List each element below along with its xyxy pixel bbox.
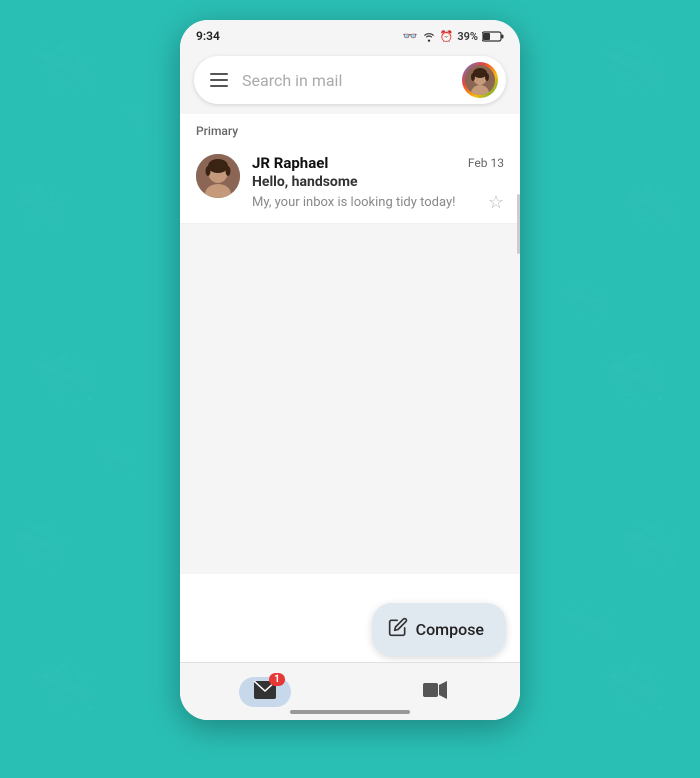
search-bar[interactable]: Search in mail [194, 56, 506, 104]
wifi-icon [422, 30, 436, 42]
battery-icon [482, 31, 504, 42]
phone-frame: 9:34 👓 ⏰ 39% [180, 20, 520, 720]
section-primary-label: Primary [180, 114, 520, 144]
pencil-icon [388, 617, 408, 642]
hamburger-menu-icon[interactable] [208, 71, 230, 89]
scrollbar [517, 194, 520, 254]
email-subject: Hello, handsome [252, 174, 504, 190]
battery-text: 39% [457, 30, 478, 43]
status-icons: 👓 ⏰ 39% [403, 29, 504, 43]
email-preview-row: My, your inbox is looking tidy today! ☆ [252, 192, 504, 213]
email-avatar [196, 154, 240, 198]
star-icon[interactable]: ☆ [488, 192, 504, 213]
sender-avatar-svg [196, 154, 240, 198]
fab-compose-area: Compose [372, 603, 506, 656]
compose-button[interactable]: Compose [372, 603, 506, 656]
home-indicator [290, 710, 410, 714]
email-item[interactable]: JR Raphael Feb 13 Hello, handsome My, yo… [180, 144, 520, 224]
avatar-face-svg [465, 65, 495, 95]
search-placeholder: Search in mail [242, 71, 462, 90]
video-nav-icon [423, 680, 447, 704]
email-sender: JR Raphael [252, 154, 328, 172]
alarm-icon: ⏰ [440, 30, 454, 43]
compose-label: Compose [416, 620, 484, 639]
mail-nav-wrapper: 1 [239, 677, 291, 707]
glasses-icon: 👓 [403, 29, 418, 43]
status-bar: 9:34 👓 ⏰ 39% [180, 20, 520, 48]
email-date: Feb 13 [468, 156, 504, 170]
status-time: 9:34 [196, 29, 220, 43]
empty-content-space [180, 224, 520, 574]
mail-badge: 1 [269, 673, 285, 686]
search-bar-container: Search in mail [180, 48, 520, 114]
user-avatar-button[interactable] [462, 62, 498, 98]
avatar-image [465, 65, 495, 95]
email-body: JR Raphael Feb 13 Hello, handsome My, yo… [252, 154, 504, 213]
nav-item-meet[interactable] [409, 677, 461, 707]
nav-item-mail[interactable]: 1 [239, 677, 291, 707]
meet-nav-wrapper [409, 677, 461, 707]
email-preview-text: My, your inbox is looking tidy today! [252, 195, 480, 210]
email-header: JR Raphael Feb 13 [252, 154, 504, 172]
